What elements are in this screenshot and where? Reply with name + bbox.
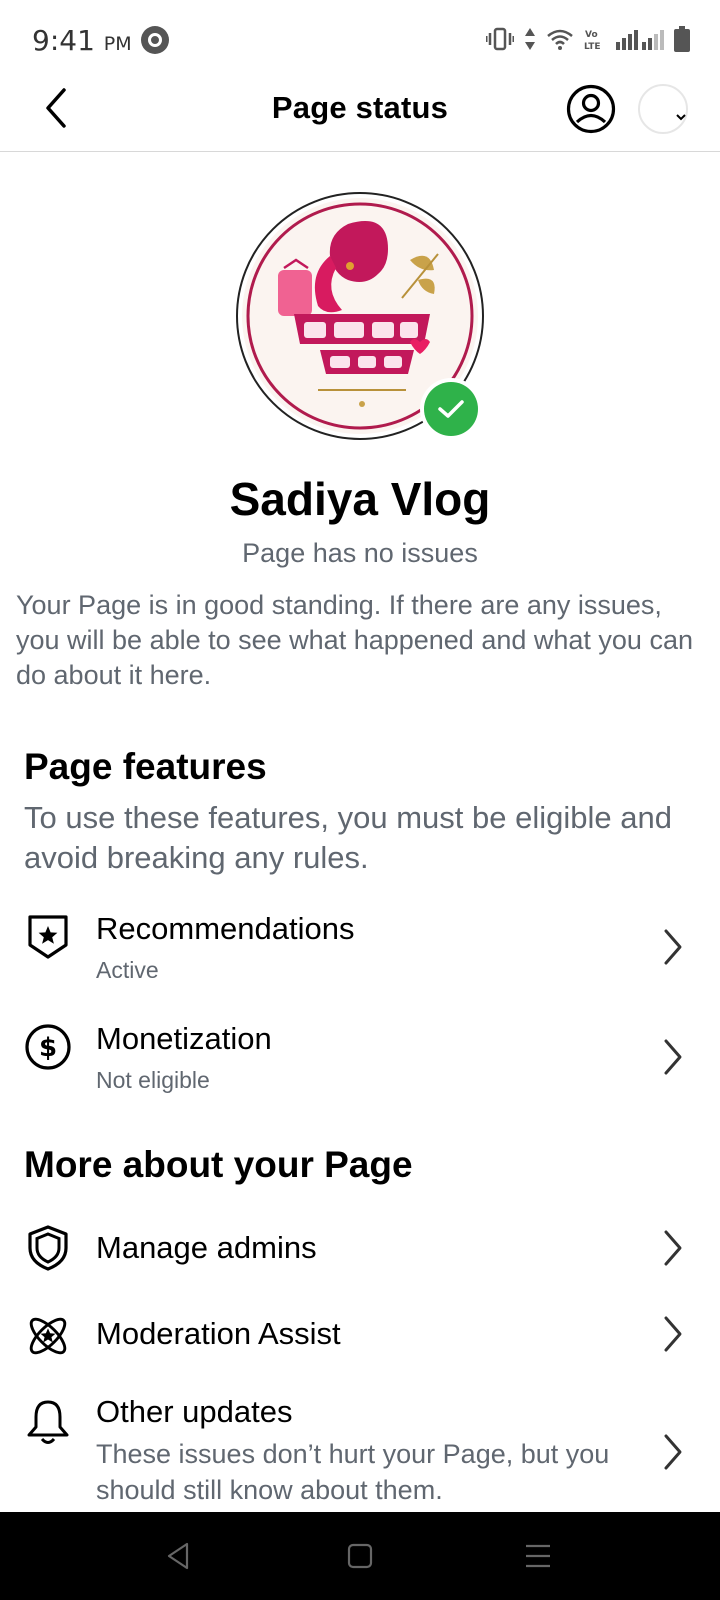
volte-icon: Vo LTE — [584, 30, 601, 51]
moderation-assist-label: Moderation Assist — [96, 1316, 341, 1351]
manage-admins-label: Manage admins — [96, 1230, 317, 1265]
page-status-description: Your Page is in good standing. If there … — [16, 590, 693, 690]
manage-admins-row[interactable]: Manage admins — [0, 1222, 720, 1292]
nav-home-button[interactable] — [340, 1536, 380, 1576]
battery-icon — [674, 26, 690, 52]
wifi-icon — [547, 29, 573, 50]
status-time-ampm: PM — [103, 33, 132, 55]
app-notification-icon — [141, 26, 169, 54]
recommendations-label: Recommendations — [96, 911, 355, 946]
profile-button[interactable] — [566, 84, 616, 134]
moderation-assist-row[interactable]: Moderation Assist — [0, 1308, 720, 1378]
signal-icon — [616, 30, 664, 50]
person-circle-icon — [566, 84, 616, 134]
shield-star-icon — [24, 913, 72, 961]
chevron-right-icon — [658, 1033, 688, 1081]
dollar-circle-icon: $ — [24, 1023, 72, 1071]
more-about-heading: More about your Page — [24, 1144, 413, 1185]
status-icons: Vo LTE — [486, 26, 690, 52]
svg-text:LTE: LTE — [584, 42, 601, 51]
triangle-back-icon — [167, 1542, 189, 1570]
verified-badge — [420, 378, 482, 440]
data-arrows-icon — [525, 28, 535, 50]
nav-back-button[interactable] — [158, 1536, 198, 1576]
status-bar: 9:41 PM Vo LTE — [0, 0, 720, 80]
account-avatar-placeholder — [638, 84, 688, 134]
status-time: 9:41 PM — [32, 24, 132, 57]
other-updates-description: These issues don’t hurt your Page, but y… — [96, 1439, 610, 1505]
svg-text:$: $ — [39, 1033, 57, 1063]
checkmark-icon — [438, 400, 464, 418]
chevron-right-icon — [658, 1224, 688, 1272]
vibrate-icon — [486, 27, 514, 51]
page-avatar-container — [236, 192, 484, 440]
system-nav-bar — [0, 1512, 720, 1600]
recommendations-row[interactable]: Recommendations Active — [0, 905, 720, 995]
atom-star-icon — [24, 1312, 72, 1360]
chevron-right-icon — [658, 1310, 688, 1358]
page-name: Sadiya Vlog — [229, 473, 491, 525]
svg-text:Vo: Vo — [585, 30, 598, 40]
page-features-heading: Page features — [24, 746, 267, 787]
shield-icon — [24, 1224, 72, 1272]
nav-menu-button[interactable] — [518, 1536, 558, 1576]
status-time-value: 9:41 — [32, 24, 95, 57]
monetization-row[interactable]: $ Monetization Not eligible — [0, 1015, 720, 1105]
menu-lines-icon — [526, 1544, 550, 1568]
other-updates-label: Other updates — [96, 1394, 293, 1429]
other-updates-row[interactable]: Other updates These issues don’t hurt yo… — [0, 1388, 720, 1512]
chevron-right-icon — [658, 1428, 688, 1476]
monetization-status: Not eligible — [96, 1067, 210, 1093]
bell-icon — [24, 1398, 72, 1446]
account-switcher-button[interactable] — [638, 84, 690, 136]
app-header: Page status — [0, 80, 720, 152]
page-features-subtitle: To use these features, you must be eligi… — [24, 800, 672, 875]
square-home-icon — [347, 1543, 373, 1569]
chevron-right-icon — [658, 923, 688, 971]
chevron-down-icon — [676, 114, 686, 121]
monetization-label: Monetization — [96, 1021, 272, 1056]
recommendations-status: Active — [96, 957, 159, 983]
page-status-text: Page has no issues — [242, 538, 478, 568]
